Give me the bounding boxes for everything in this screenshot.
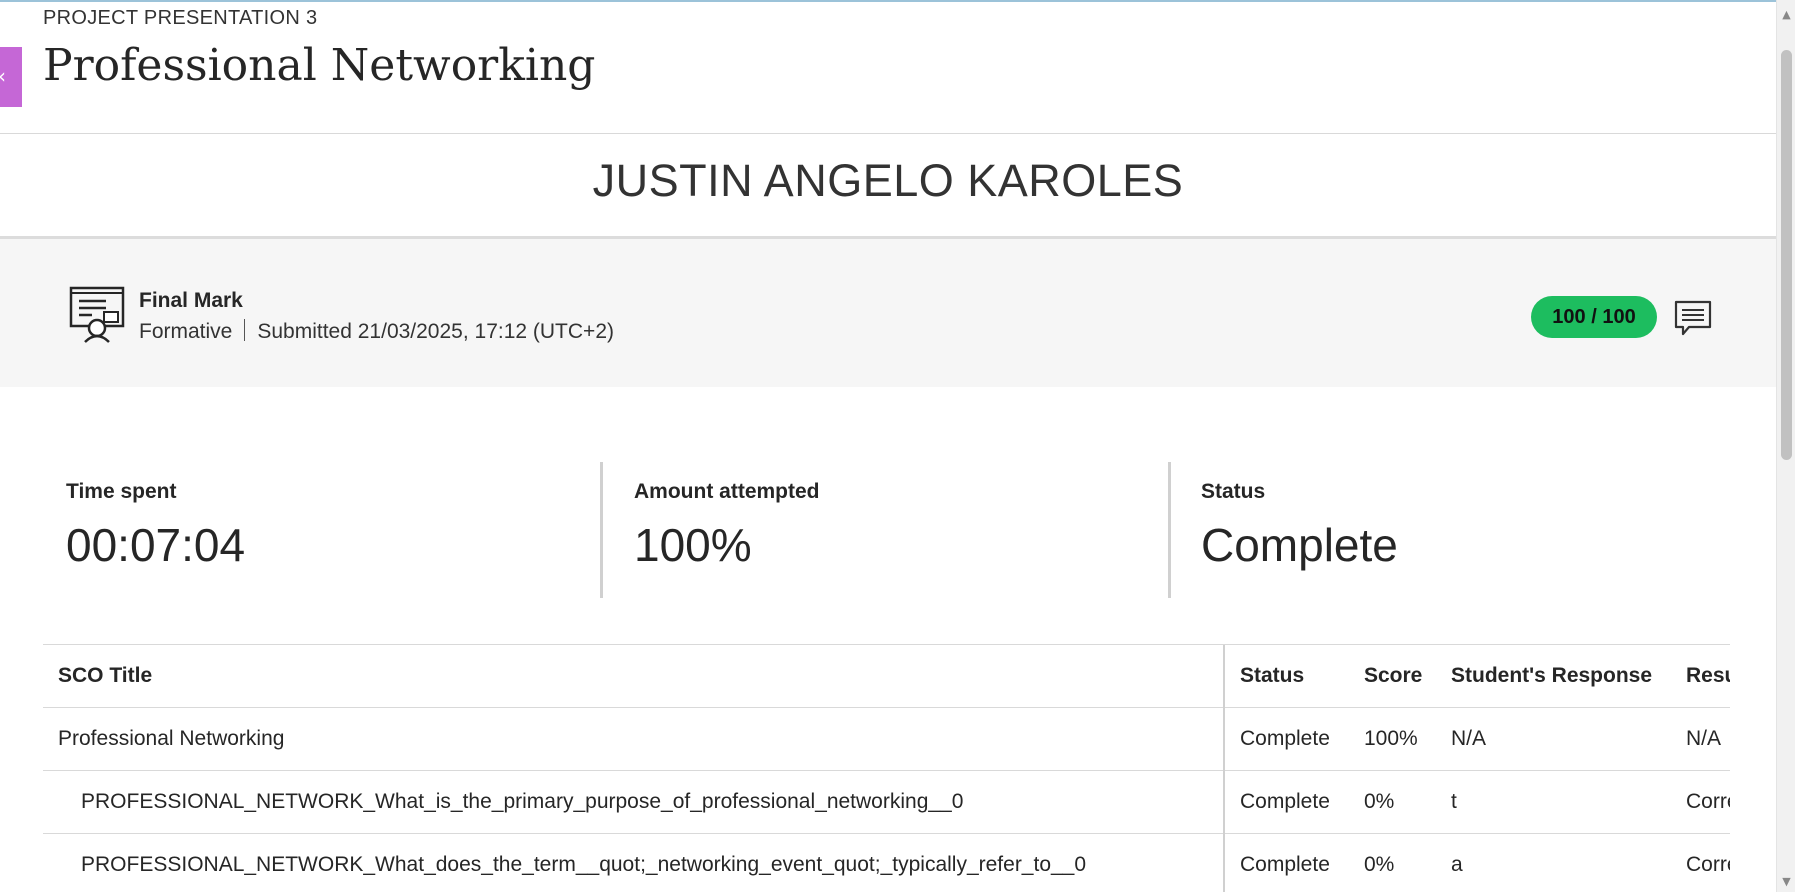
stat-value: 00:07:04 — [66, 519, 246, 571]
student-name: JUSTIN ANGELO KAROLES — [592, 155, 1184, 206]
cell-sco-title: Professional Networking — [43, 707, 1225, 771]
comment-icon[interactable] — [1673, 299, 1713, 337]
column-header-status[interactable]: Status — [1224, 645, 1349, 708]
header-divider — [0, 133, 1776, 134]
column-header-response[interactable]: Student's Response — [1436, 645, 1671, 708]
cell-status: Complete — [1224, 770, 1349, 834]
stat-value: Complete — [1201, 519, 1398, 571]
score-badge[interactable]: 100 / 100 — [1531, 296, 1657, 338]
scroll-up-icon[interactable]: ▲ — [1777, 6, 1795, 23]
stat-divider — [600, 462, 603, 598]
sco-results-table[interactable]: SCO Title Status Score Student's Respons… — [43, 644, 1730, 892]
stat-label: Status — [1201, 480, 1266, 503]
certificate-icon — [69, 286, 125, 343]
meta-separator — [244, 319, 246, 341]
scrollbar-thumb[interactable] — [1781, 50, 1792, 460]
stat-divider — [1168, 462, 1171, 598]
column-header-result[interactable]: Resu — [1671, 645, 1730, 708]
cell-result: Corre — [1671, 833, 1730, 892]
cell-result: N/A — [1671, 707, 1730, 771]
column-header-score[interactable]: Score — [1349, 645, 1436, 708]
cell-response: t — [1436, 770, 1671, 834]
chevron-left-icon: ‹ — [0, 64, 6, 88]
top-border — [0, 0, 1776, 2]
collapse-panel-tab[interactable]: ‹ — [0, 47, 22, 107]
cell-sco-title: PROFESSIONAL_NETWORK_What_does_the_term_… — [43, 833, 1225, 892]
cell-status: Complete — [1224, 707, 1349, 771]
table-row: PROFESSIONAL_NETWORK_What_is_the_primary… — [43, 770, 1730, 834]
cell-response: N/A — [1436, 707, 1671, 771]
page-title: Professional Networking — [43, 40, 596, 91]
cell-score: 0% — [1349, 833, 1436, 892]
stat-value: 100% — [634, 519, 752, 571]
final-mark-meta: Formative Submitted 21/03/2025, 17:12 (UT… — [139, 319, 614, 344]
stat-label: Amount attempted — [634, 480, 820, 503]
cell-sco-title: PROFESSIONAL_NETWORK_What_is_the_primary… — [43, 770, 1225, 834]
cell-status: Complete — [1224, 833, 1349, 892]
assessment-type: Formative — [139, 320, 233, 343]
column-header-sco-title[interactable]: SCO Title — [43, 645, 1225, 708]
stat-time-spent: Time spent 00:07:04 — [66, 462, 586, 598]
stat-status: Status Complete — [1201, 462, 1721, 598]
cell-score: 0% — [1349, 770, 1436, 834]
scroll-down-icon[interactable]: ▼ — [1777, 873, 1795, 890]
final-mark-panel: Final Mark Formative Submitted 21/03/2025… — [0, 236, 1776, 387]
cell-response: a — [1436, 833, 1671, 892]
table-row: Professional Networking Complete 100% N/… — [43, 707, 1730, 771]
cell-score: 100% — [1349, 707, 1436, 771]
submission-date: Submitted 21/03/2025, 17:12 (UTC+2) — [257, 320, 614, 343]
vertical-scrollbar[interactable]: ▲ ▼ — [1776, 0, 1795, 892]
table-row: PROFESSIONAL_NETWORK_What_does_the_term_… — [43, 833, 1730, 892]
cell-result: Corre — [1671, 770, 1730, 834]
content-type-label: PROJECT PRESENTATION 3 — [43, 7, 318, 29]
table-header-row: SCO Title Status Score Student's Respons… — [43, 645, 1730, 708]
stat-label: Time spent — [66, 480, 177, 503]
final-mark-label: Final Mark — [139, 289, 243, 312]
stat-amount-attempted: Amount attempted 100% — [634, 462, 1154, 598]
